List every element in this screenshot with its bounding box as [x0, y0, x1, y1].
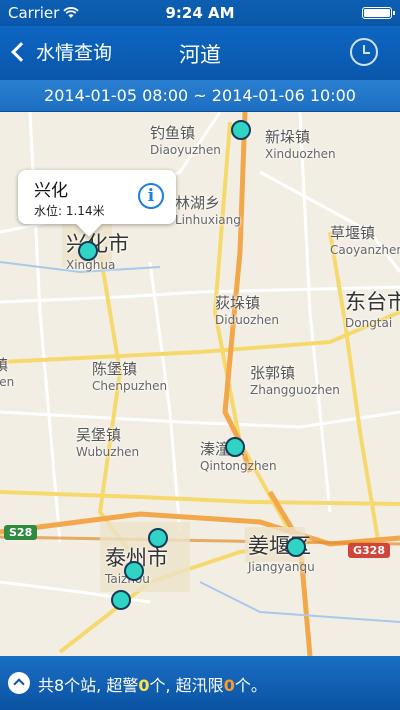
map-label: 钓鱼镇 Diaoyuzhen: [150, 124, 221, 157]
station-callout[interactable]: 兴化 水位: 1.14米 i: [18, 170, 176, 237]
date-range-bar[interactable]: 2014-01-05 08:00 ~ 2014-01-06 10:00: [0, 80, 400, 112]
station-marker[interactable]: [225, 437, 245, 457]
station-marker[interactable]: [124, 561, 144, 581]
station-marker[interactable]: [148, 528, 168, 548]
road-shield-s28: S28: [4, 525, 38, 540]
station-marker[interactable]: [286, 537, 306, 557]
status-bar: Carrier 9:24 AM: [0, 0, 400, 26]
station-marker[interactable]: [231, 120, 251, 140]
road-shield-g328: G328: [348, 543, 390, 558]
map-label: 吴堡镇 Wubuzhen: [76, 426, 140, 459]
station-marker[interactable]: [111, 590, 131, 610]
battery-icon: [362, 7, 395, 19]
navigation-bar: 水情查询 河道: [0, 26, 400, 80]
map-label: 垛镇ozhen: [0, 356, 15, 389]
map-label: 东台市 Dongtai: [345, 290, 400, 330]
clock-icon[interactable]: [350, 38, 378, 66]
map-label: 姜堰区 Jiangyanqu: [248, 534, 315, 574]
map-label: 张郭镇 Zhangguozhen: [250, 364, 340, 397]
station-marker[interactable]: [78, 241, 98, 261]
callout-station-name: 兴化: [34, 181, 68, 201]
map-label: 陈堡镇 Chenpuzhen: [92, 360, 168, 393]
map-label: 荻垛镇 Diduozhen: [215, 294, 280, 327]
station-summary: 共8个站, 超警0个, 超汛限0个。: [38, 676, 267, 695]
map-view[interactable]: 钓鱼镇 Diaoyuzhen 新垛镇 Xinduozhen 林湖乡 Linhuxian…: [0, 112, 400, 656]
callout-water-level: 水位: 1.14米: [34, 204, 105, 218]
flood-count: 0: [223, 676, 235, 695]
warn-count: 0: [138, 676, 150, 695]
map-label: 草堰镇 Caoyanzhen: [330, 224, 400, 257]
chevron-up-icon[interactable]: [8, 672, 30, 694]
page-title: 河道: [179, 43, 221, 67]
map-label: 林湖乡 Linhuxiang: [175, 194, 241, 227]
summary-bar: 共8个站, 超警0个, 超汛限0个。: [0, 656, 400, 710]
info-icon[interactable]: i: [138, 183, 164, 209]
map-label: 新垛镇 Xinduozhen: [265, 128, 336, 161]
status-time: 9:24 AM: [165, 4, 235, 22]
